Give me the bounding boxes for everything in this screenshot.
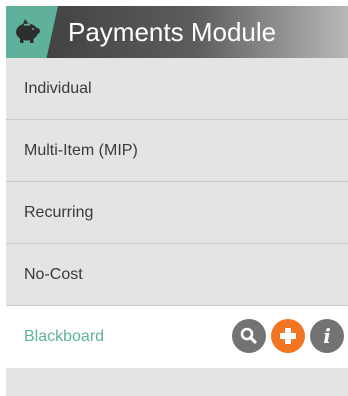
menu-item-label: Blackboard	[24, 328, 105, 345]
page-title: Payments Module	[68, 17, 277, 47]
payments-panel: Payments Module Individual Multi-Item (M…	[6, 6, 348, 396]
menu-item-multi-item[interactable]: Multi-Item (MIP)	[6, 120, 348, 182]
menu-item-label: Recurring	[24, 204, 94, 221]
menu-item-label: Multi-Item (MIP)	[24, 142, 138, 159]
menu-item-blackboard[interactable]: Blackboard i	[6, 306, 348, 368]
plus-icon	[280, 328, 296, 344]
payment-type-menu: Individual Multi-Item (MIP) Recurring No…	[6, 58, 348, 368]
info-button[interactable]: i	[310, 319, 344, 353]
menu-item-recurring[interactable]: Recurring	[6, 182, 348, 244]
row-actions: i	[232, 319, 344, 353]
search-button[interactable]	[232, 319, 266, 353]
menu-item-individual[interactable]: Individual	[6, 58, 348, 120]
info-icon: i	[323, 324, 331, 348]
add-button[interactable]	[271, 319, 305, 353]
menu-item-label: Individual	[24, 80, 92, 97]
menu-item-label: No-Cost	[24, 266, 83, 283]
header-icon-box	[6, 6, 58, 58]
piggy-bank-icon	[16, 19, 40, 43]
search-icon	[240, 327, 257, 344]
header-bar: Payments Module	[6, 6, 348, 58]
menu-item-no-cost[interactable]: No-Cost	[6, 244, 348, 306]
